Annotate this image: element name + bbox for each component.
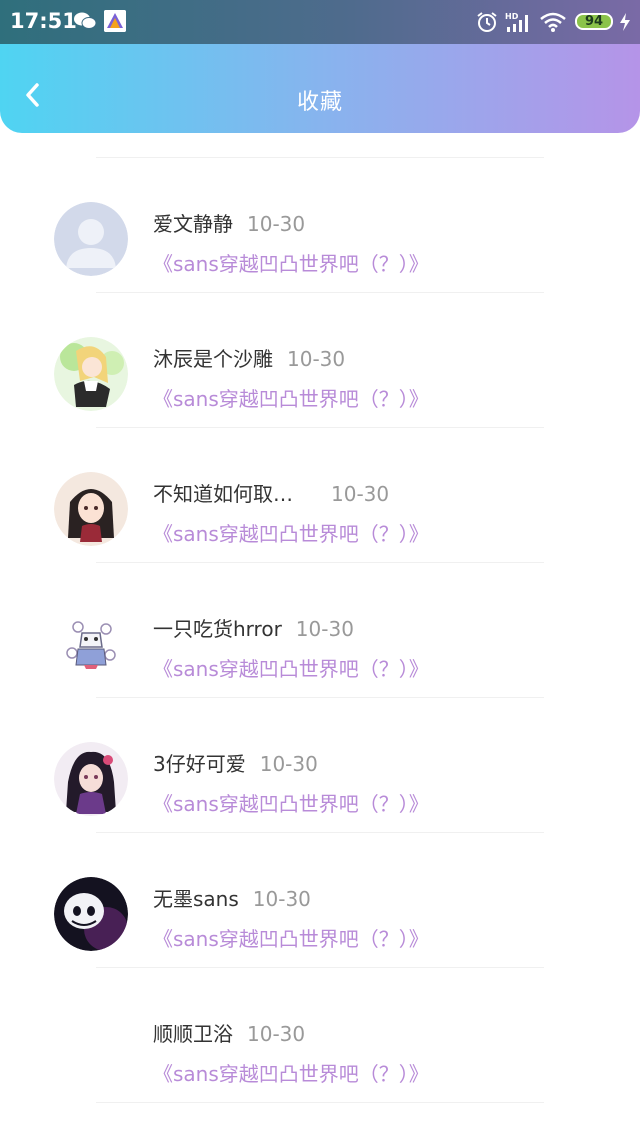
post-date: 10-30 [252, 887, 311, 911]
post-date: 10-30 [247, 1022, 306, 1046]
list-item[interactable]: 顺顺卫浴 10-30 《sans穿越凹凸世界吧（？）》 [0, 968, 640, 1103]
alarm-icon [477, 12, 497, 32]
user-name[interactable]: 3仔好可爱 [153, 752, 246, 776]
avatar[interactable] [54, 202, 128, 276]
post-title-link[interactable]: 《sans穿越凹凸世界吧（？）》 [153, 383, 429, 412]
user-name[interactable]: 不知道如何取… [153, 482, 293, 506]
app-icon [104, 10, 126, 32]
wechat-icon [74, 12, 96, 29]
user-name[interactable]: 爱文静静 [153, 212, 233, 236]
avatar[interactable] [54, 337, 128, 411]
post-date: 10-30 [295, 617, 354, 641]
post-date: 10-30 [287, 347, 346, 371]
avatar[interactable] [54, 607, 128, 681]
charging-icon [620, 13, 630, 31]
post-title-link[interactable]: 《sans穿越凹凸世界吧（？）》 [153, 788, 429, 817]
post-date: 10-30 [247, 212, 306, 236]
list-item[interactable]: 3仔好可爱 10-30 《sans穿越凹凸世界吧（？）》 [0, 698, 640, 833]
favorites-list: 爱文静静 10-30 《sans穿越凹凸世界吧（？）》 沐辰是个沙雕 10-30 《… [0, 158, 640, 1103]
page-title: 收藏 [296, 90, 343, 115]
post-title-link[interactable]: 《sans穿越凹凸世界吧（？）》 [153, 1058, 429, 1087]
avatar[interactable] [54, 877, 128, 951]
post-title-link[interactable]: 《sans穿越凹凸世界吧（？）》 [153, 653, 429, 682]
divider [96, 1102, 544, 1103]
user-name[interactable]: 一只吃货hrror [153, 617, 282, 641]
list-item[interactable]: 不知道如何取… 10-30 《sans穿越凹凸世界吧（？）》 [0, 428, 640, 563]
post-title-link[interactable]: 《sans穿越凹凸世界吧（？）》 [153, 248, 429, 277]
battery-level: 94 [584, 14, 604, 29]
user-name[interactable]: 顺顺卫浴 [153, 1022, 233, 1046]
status-time: 17:51 [10, 9, 77, 33]
hd-signal-icon: HD [505, 12, 528, 32]
battery-icon: 94 [575, 13, 613, 30]
user-name[interactable]: 沐辰是个沙雕 [153, 347, 273, 371]
post-title-link[interactable]: 《sans穿越凹凸世界吧（？）》 [153, 518, 429, 547]
svg-text:HD: HD [505, 12, 519, 21]
list-item[interactable]: 无墨sans 10-30 《sans穿越凹凸世界吧（？）》 [0, 833, 640, 968]
status-bar: 17:51 HD 94 [0, 0, 640, 44]
avatar[interactable] [54, 1012, 128, 1086]
app-header: 收藏 [0, 44, 640, 133]
user-name[interactable]: 无墨sans [153, 887, 239, 911]
list-item[interactable]: 一只吃货hrror 10-30 《sans穿越凹凸世界吧（？）》 [0, 563, 640, 698]
list-item[interactable]: 沐辰是个沙雕 10-30 《sans穿越凹凸世界吧（？）》 [0, 293, 640, 428]
post-date: 10-30 [259, 752, 318, 776]
list-item[interactable]: 爱文静静 10-30 《sans穿越凹凸世界吧（？）》 [0, 158, 640, 293]
avatar[interactable] [54, 742, 128, 816]
post-title-link[interactable]: 《sans穿越凹凸世界吧（？）》 [153, 923, 429, 952]
wifi-icon [540, 12, 566, 32]
avatar[interactable] [54, 472, 128, 546]
post-date: 10-30 [331, 482, 390, 506]
